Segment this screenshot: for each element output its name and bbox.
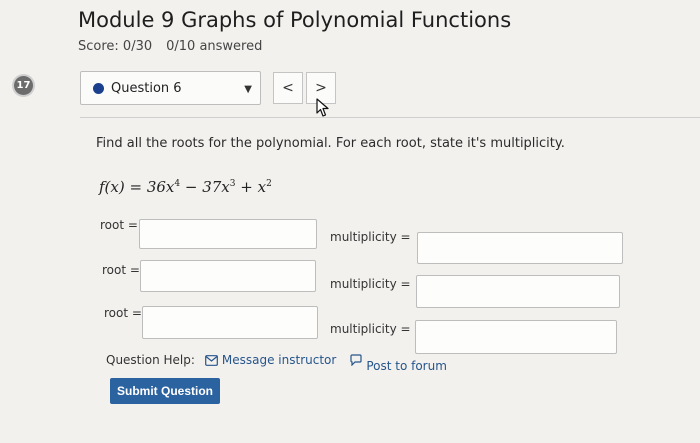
formula-exponent: 2 xyxy=(266,179,272,189)
caret-down-icon: ▼ xyxy=(244,84,252,95)
multiplicity-label-1: multiplicity = xyxy=(330,230,411,244)
multiplicity-label-3: multiplicity = xyxy=(330,322,411,336)
envelope-icon xyxy=(204,354,218,366)
score-text: Score: 0/30 xyxy=(78,39,153,54)
question-help-label: Question Help: xyxy=(106,353,195,367)
root-input-1[interactable] xyxy=(139,219,317,249)
root-label-2: root = xyxy=(102,263,140,277)
question-prompt: Find all the roots for the polynomial. F… xyxy=(96,136,565,151)
multiplicity-label-2: multiplicity = xyxy=(330,277,411,291)
polynomial-formula: f(x) = 36x4 − 37x3 + x2 xyxy=(99,178,272,196)
formula-part: − 37x xyxy=(180,178,230,196)
page-title: Module 9 Graphs of Polynomial Functions xyxy=(78,8,512,32)
score-summary: Score: 0/30 0/10 answered xyxy=(78,39,262,54)
multiplicity-input-1[interactable] xyxy=(417,232,623,264)
previous-question-button[interactable]: < xyxy=(273,72,303,104)
post-to-forum-link[interactable]: Post to forum xyxy=(366,359,447,373)
answered-count: 0/10 answered xyxy=(166,39,263,54)
question-help: Question Help: Message instructor Post t… xyxy=(106,347,447,373)
root-input-3[interactable] xyxy=(142,306,318,339)
root-input-2[interactable] xyxy=(140,260,316,292)
formula-part: f(x) = 36x xyxy=(99,178,175,196)
selected-question-label: Question 6 xyxy=(111,80,182,96)
message-instructor-link[interactable]: Message instructor xyxy=(222,353,336,367)
formula-part: + x xyxy=(235,178,267,196)
mouse-pointer-icon xyxy=(316,98,329,117)
root-label-3: root = xyxy=(104,306,142,320)
root-label-1: root = xyxy=(100,218,138,232)
question-number-badge: 17 xyxy=(14,76,33,95)
status-dot-icon xyxy=(93,82,104,94)
speech-bubble-icon xyxy=(350,354,362,366)
submit-question-button[interactable]: Submit Question xyxy=(110,378,220,404)
header-divider xyxy=(80,117,700,118)
question-select[interactable]: Question 6 ▼ xyxy=(80,71,261,105)
multiplicity-input-2[interactable] xyxy=(416,275,620,308)
